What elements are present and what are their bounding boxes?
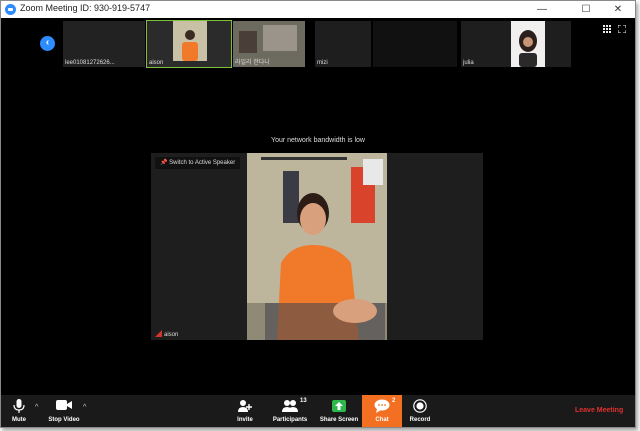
audio-options-chevron-icon[interactable]: ^ [35,404,38,411]
mute-label: Mute [12,417,26,423]
participant-name: mizi [317,60,328,66]
invite-label: Invite [237,417,253,423]
chevron-left-icon: ‹ [45,37,50,48]
zoom-window: Zoom Meeting ID: 930-919-5747 — ☐ ✕ ‹ le… [0,0,636,428]
chat-bubble-icon [374,399,390,413]
speaker-video-image [247,153,387,340]
share-screen-icon [332,400,346,412]
title-bar: Zoom Meeting ID: 930-919-5747 — ☐ ✕ [1,1,635,18]
stop-video-button[interactable]: Stop Video [45,395,83,427]
participant-video [173,21,207,61]
participant-thumbnail[interactable] [373,21,457,67]
window-title: Zoom Meeting ID: 930-919-5747 [20,3,151,13]
pin-icon: 📌 [160,160,168,166]
mute-button[interactable]: Mute [5,395,33,427]
participant-name: julia [463,60,474,66]
speaker-name-tag: aison [155,330,178,338]
participant-thumbnail-active[interactable]: aison [146,20,232,68]
share-screen-label: Share Screen [319,417,359,423]
close-button[interactable]: ✕ [605,1,631,18]
participants-icon [282,400,298,412]
speaker-camera-feed [247,153,387,340]
participants-label: Participants [272,417,308,423]
speaker-name: aison [164,332,179,338]
minimize-button[interactable]: — [529,1,555,18]
participant-thumbnail[interactable]: julia [461,21,571,67]
participant-thumbnail[interactable]: 라일리 한다니 [233,21,305,67]
participant-name: 라일리 한다니 [235,60,270,66]
participant-thumbnail[interactable]: lee01081272626... [63,21,145,67]
participant-video [511,21,545,67]
participants-count-badge: 13 [300,398,307,404]
fullscreen-icon[interactable] [618,25,626,33]
participant-thumbnail[interactable]: mizi [315,21,371,67]
invite-button[interactable]: Invite [231,395,259,427]
record-label: Record [409,417,431,423]
switch-to-active-speaker-button[interactable]: 📌 Switch to Active Speaker [155,157,241,169]
zoom-app-icon [5,4,16,15]
participants-button[interactable]: 13 Participants [269,395,311,427]
meeting-toolbar: Mute ^ Stop Video ^ Invite 13 Participan… [1,395,635,427]
microphone-icon [13,399,25,413]
video-options-chevron-icon[interactable]: ^ [83,404,86,411]
participant-name: aison [149,60,164,66]
mic-muted-indicator-icon [155,330,162,337]
participant-name: lee01081272626... [65,60,115,66]
gallery-view-icon[interactable] [603,25,611,33]
chat-unread-badge: 2 [392,398,396,404]
previous-page-button[interactable]: ‹ [40,36,55,51]
record-button[interactable]: Record [405,395,435,427]
chat-label: Chat [375,417,389,423]
active-speaker-video[interactable]: 📌 Switch to Active Speaker aison [151,153,483,340]
pin-label: Switch to Active Speaker [169,160,236,166]
share-screen-button[interactable]: Share Screen [319,395,359,427]
video-camera-icon [56,400,72,410]
leave-meeting-button[interactable]: Leave Meeting [575,407,623,414]
bandwidth-notice: Your network bandwidth is low [271,137,365,144]
stop-video-label: Stop Video [48,417,80,423]
record-icon [413,399,427,413]
maximize-button[interactable]: ☐ [573,1,599,18]
chat-button[interactable]: 2 Chat [362,395,402,427]
add-person-icon [238,400,252,412]
